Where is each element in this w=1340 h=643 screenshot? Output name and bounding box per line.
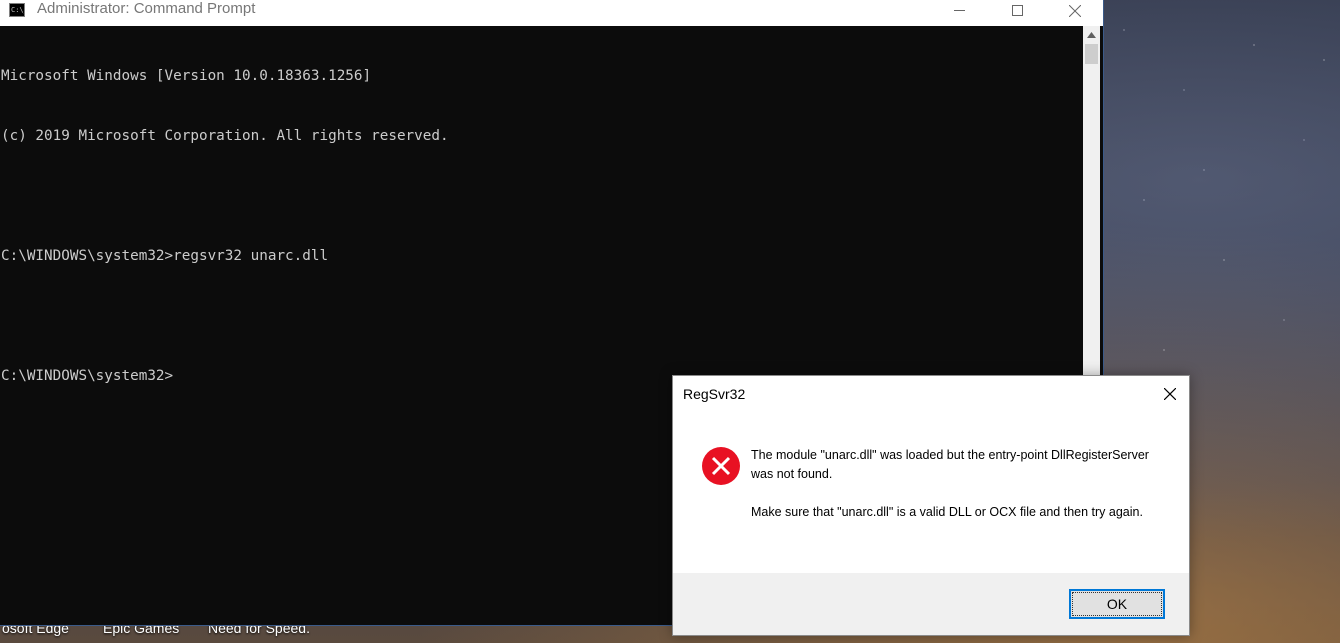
console-line: (c) 2019 Microsoft Corporation. All righ… [1,128,449,144]
close-button[interactable] [1046,0,1104,26]
maximize-icon [1011,5,1023,16]
cmd-titlebar[interactable]: C:\_ Administrator: Command Prompt [0,0,1103,26]
close-icon [1164,388,1176,400]
minimize-icon [953,10,965,11]
scroll-up-button[interactable] [1083,26,1100,43]
regsvr32-dialog[interactable]: RegSvr32 The module "unarc.dll" was load… [672,375,1190,636]
maximize-button[interactable] [988,0,1046,26]
minimize-button[interactable] [930,0,988,26]
scroll-thumb[interactable] [1085,44,1098,64]
dialog-title: RegSvr32 [683,386,746,402]
dialog-close-button[interactable] [1151,376,1189,412]
cmd-window-title: Administrator: Command Prompt [37,0,256,17]
close-icon [1069,4,1081,17]
ok-button[interactable]: OK [1069,589,1165,619]
dialog-footer: OK [673,573,1189,635]
dialog-message-secondary: Make sure that "unarc.dll" is a valid DL… [751,505,1143,519]
error-icon [702,447,740,485]
console-line: Microsoft Windows [Version 10.0.18363.12… [1,68,372,84]
dialog-message-primary: The module "unarc.dll" was loaded but th… [751,448,1149,481]
chevron-up-icon [1087,31,1096,38]
console-line: C:\WINDOWS\system32>regsvr32 unarc.dll [1,248,329,264]
cmd-app-icon: C:\_ [9,3,25,17]
